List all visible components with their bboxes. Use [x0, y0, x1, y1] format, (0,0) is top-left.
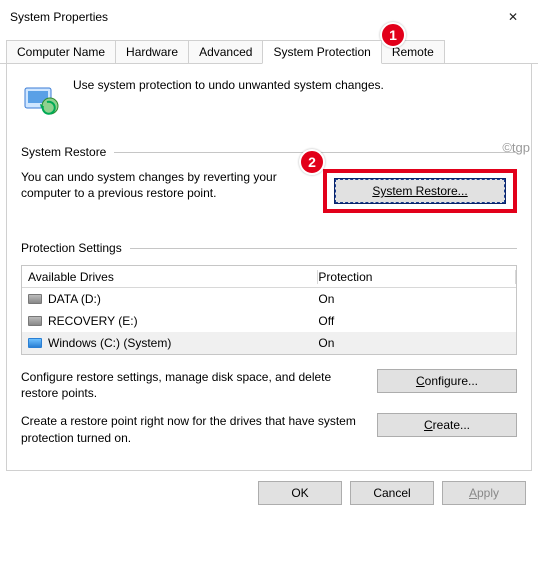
configure-description: Configure restore settings, manage disk … [21, 369, 363, 401]
section-protection-settings-title: Protection Settings [21, 241, 122, 255]
windows-drive-icon [28, 338, 42, 348]
create-description: Create a restore point right now for the… [21, 413, 363, 445]
tab-advanced[interactable]: Advanced [188, 40, 263, 63]
ok-button[interactable]: OK [258, 481, 342, 505]
dialog-footer: OK Cancel Apply [0, 471, 538, 511]
drives-list: Available Drives Protection DATA (D:) On… [21, 265, 517, 355]
section-system-restore-title: System Restore [21, 145, 106, 159]
tab-bar: Computer Name Hardware Advanced System P… [0, 40, 538, 64]
tab-remote[interactable]: Remote [381, 40, 445, 63]
tab-computer-name[interactable]: Computer Name [6, 40, 116, 63]
tab-system-protection[interactable]: System Protection [262, 40, 381, 64]
watermark-text: ©tgp [502, 140, 530, 155]
divider [114, 152, 517, 153]
drive-row[interactable]: RECOVERY (E:) Off [22, 310, 516, 332]
window-title: System Properties [10, 10, 108, 24]
annotation-highlight-restore: 2 System Restore... [323, 169, 517, 213]
system-restore-button[interactable]: System Restore... [335, 179, 505, 203]
divider [130, 248, 517, 249]
tab-hardware[interactable]: Hardware [115, 40, 189, 63]
close-icon[interactable]: ✕ [498, 10, 528, 24]
apply-button: Apply [442, 481, 526, 505]
create-button[interactable]: Create... [377, 413, 517, 437]
column-header-protection[interactable]: Protection [318, 270, 516, 284]
configure-button[interactable]: Configure... [377, 369, 517, 393]
column-header-drives[interactable]: Available Drives [22, 270, 318, 284]
drive-row[interactable]: DATA (D:) On [22, 288, 516, 310]
drive-icon [28, 316, 42, 326]
system-protection-icon [21, 78, 61, 121]
drive-icon [28, 294, 42, 304]
system-restore-description: You can undo system changes by reverting… [21, 169, 309, 201]
intro-text: Use system protection to undo unwanted s… [73, 78, 384, 92]
cancel-button[interactable]: Cancel [350, 481, 434, 505]
drive-row[interactable]: Windows (C:) (System) On [22, 332, 516, 354]
